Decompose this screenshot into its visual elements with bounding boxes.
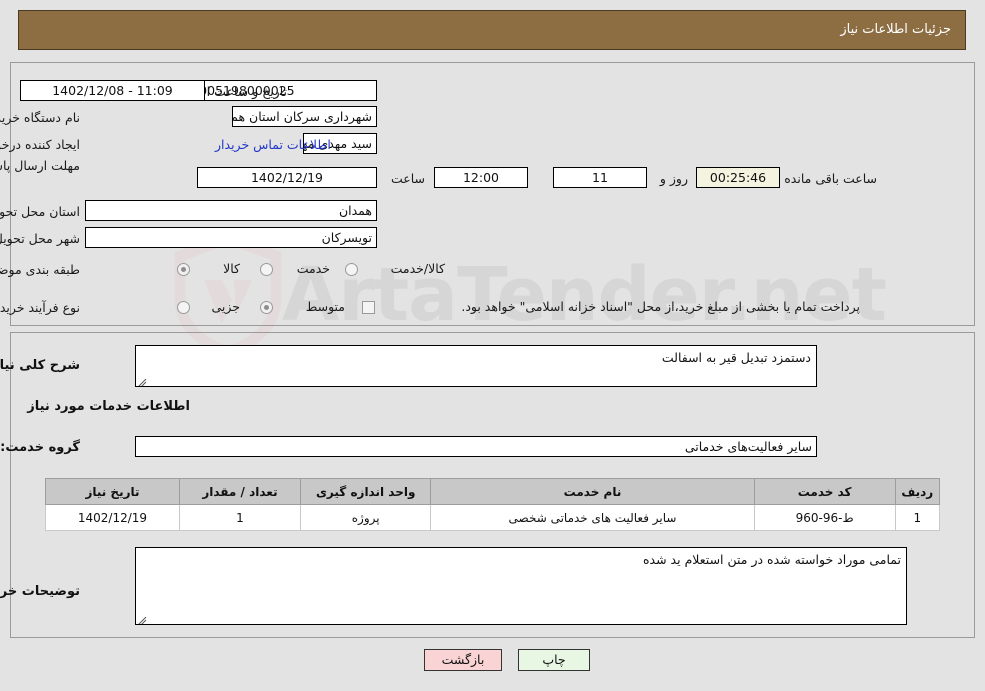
deadline-label-text: مهلت ارسال پاسخ: تا تاریخ: [0, 158, 80, 173]
cell-row-no: 1 [894, 504, 941, 531]
countdown-suffix: ساعت باقی مانده [784, 171, 877, 186]
buyer-org-label: نام دستگاه خریدار: [0, 110, 80, 125]
th-service-name: نام خدمت [430, 478, 755, 505]
table-header-row: ردیف کد خدمت نام خدمت واحد اندازه گیری ت… [45, 478, 941, 505]
category-label: طبقه بندی موضوعی: [0, 262, 80, 277]
province-value: همدان [85, 200, 377, 221]
buyer-contact-link[interactable]: اطلاعات تماس خریدار [215, 137, 331, 152]
page-root: ArtaTender.net جزئیات اطلاعات نیاز شماره… [0, 0, 985, 691]
deadline-time-value: 12:00 [434, 167, 528, 188]
radio-process-jozi[interactable] [177, 301, 190, 314]
service-group-value: سایر فعالیت‌های خدماتی [135, 436, 817, 457]
province-label: استان محل تحویل: [0, 204, 80, 219]
city-value: تویسرکان [85, 227, 377, 248]
cell-service-name: سایر فعالیت های خدماتی شخصی [430, 504, 755, 531]
countdown-value: 00:25:46 [696, 167, 780, 188]
table-row: 1 ط-96-960 سایر فعالیت های خدماتی شخصی پ… [45, 504, 941, 531]
radio-label-process-0: جزیی [211, 299, 240, 314]
cell-unit: پروژه [299, 504, 432, 531]
general-desc-textarea[interactable]: دستمزد تبدیل قیر به اسفالت [135, 345, 817, 387]
buyer-notes-textarea[interactable]: تمامی موراد خواسته شده در متن استعلام ید… [135, 547, 907, 625]
th-row-no: ردیف [894, 478, 941, 505]
requester-label: ایجاد کننده درخواست: [0, 137, 80, 152]
radio-label-category-0: کالا [223, 261, 240, 276]
treasury-checkbox[interactable] [362, 301, 375, 314]
cell-service-code: ط-96-960 [753, 504, 896, 531]
top-info-panel [10, 62, 975, 326]
resize-grip-icon-2[interactable] [138, 613, 147, 624]
print-button[interactable]: چاپ [518, 649, 590, 671]
radio-label-process-1: متوسط [305, 299, 345, 314]
radio-process-motavaset[interactable] [260, 301, 273, 314]
process-label: نوع فرآیند خرید : [0, 300, 80, 315]
page-title: جزئیات اطلاعات نیاز [840, 22, 951, 37]
cell-quantity: 1 [178, 504, 301, 531]
city-label: شهر محل تحویل: [0, 231, 80, 246]
radio-category-kala[interactable] [177, 263, 190, 276]
services-section-title: اطلاعات خدمات مورد نیاز [27, 399, 190, 414]
back-button[interactable]: بازگشت [424, 649, 502, 671]
treasury-checkbox-label: پرداخت تمام یا بخشی از مبلغ خرید،از محل … [461, 299, 860, 314]
services-table: ردیف کد خدمت نام خدمت واحد اندازه گیری ت… [45, 478, 941, 531]
resize-grip-icon[interactable] [138, 375, 147, 386]
buyer-notes-label: توضیحات خریدار: [0, 584, 80, 599]
days-label: روز و [659, 171, 688, 186]
hour-label: ساعت [390, 171, 425, 186]
buyer-notes-value: تمامی موراد خواسته شده در متن استعلام ید… [643, 552, 901, 567]
radio-category-khedmat[interactable] [260, 263, 273, 276]
general-desc-label: شرح کلی نیاز: [0, 358, 80, 373]
public-announce-value: 11:09 - 1402/12/08 [20, 80, 205, 101]
th-quantity: تعداد / مقدار [178, 478, 301, 505]
header-bar: جزئیات اطلاعات نیاز [18, 10, 966, 50]
service-group-label: گروه خدمت: [0, 440, 80, 455]
th-need-date: تاریخ نیاز [45, 478, 180, 505]
general-desc-value: دستمزد تبدیل قیر به اسفالت [661, 350, 811, 365]
th-service-code: کد خدمت [753, 478, 896, 505]
days-remaining-value: 11 [553, 167, 647, 188]
radio-category-kala-khedmat[interactable] [345, 263, 358, 276]
deadline-date-value: 1402/12/19 [197, 167, 377, 188]
th-unit: واحد اندازه گیری [299, 478, 432, 505]
deadline-label: مهلت ارسال پاسخ: تا تاریخ: [0, 158, 80, 173]
radio-label-category-1: خدمت [296, 261, 330, 276]
buyer-org-value: شهرداری سرکان استان همدان [232, 106, 377, 127]
radio-label-category-2: کالا/خدمت [390, 261, 445, 276]
cell-need-date: 1402/12/19 [45, 504, 180, 531]
